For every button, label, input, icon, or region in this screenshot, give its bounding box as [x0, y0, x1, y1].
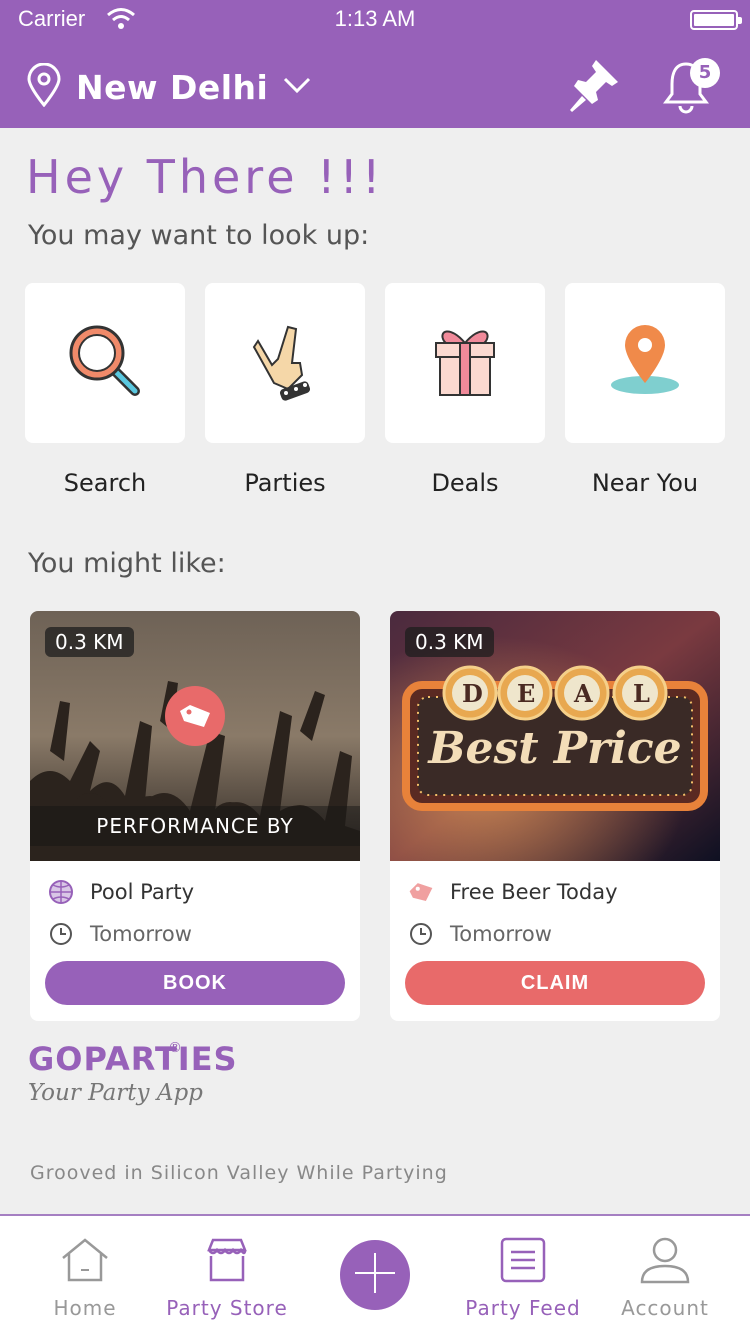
- sign-letter: L: [633, 679, 650, 708]
- deal-name: Free Beer Today: [450, 880, 618, 904]
- tab-label: Account: [621, 1296, 709, 1320]
- plus-icon: [353, 1251, 397, 1299]
- event-name-row: Pool Party: [48, 879, 194, 905]
- event-name: Pool Party: [90, 880, 195, 904]
- bell-icon: [660, 62, 716, 120]
- quick-link-tile[interactable]: [385, 283, 545, 443]
- quick-link-label: Deals: [431, 469, 499, 497]
- notification-badge: 5: [690, 58, 720, 88]
- brand-name: GOPARTIES: [28, 1040, 238, 1078]
- city-name: New Delhi: [76, 67, 269, 107]
- event-time-row: Tomorrow: [48, 921, 192, 947]
- quick-link-near-you[interactable]: Near You: [565, 283, 725, 497]
- quick-link-tile[interactable]: [565, 283, 725, 443]
- tab-label: Home: [53, 1296, 117, 1320]
- greeting-subtitle: You may want to look up:: [28, 220, 370, 251]
- status-bar: Carrier 1:13 AM: [0, 0, 750, 40]
- location-pin-icon: [26, 62, 62, 111]
- event-time: Tomorrow: [90, 922, 192, 946]
- gift-icon: [430, 323, 500, 403]
- quick-link-search[interactable]: Search: [25, 283, 185, 497]
- rock-hand-icon: [250, 319, 320, 407]
- quick-link-label: Parties: [244, 469, 326, 497]
- tab-party-store[interactable]: Party Store: [152, 1216, 302, 1334]
- best-price-sign-image: D E A L Best Price 0.3 KM: [390, 611, 720, 861]
- book-button[interactable]: BOOK: [45, 961, 345, 1005]
- tab-account[interactable]: Account: [590, 1216, 740, 1334]
- disco-ball-icon: [48, 879, 74, 905]
- footer-text: Grooved in Silicon Valley While Partying: [30, 1162, 448, 1184]
- performance-overlay: PERFORMANCE BY: [30, 806, 360, 846]
- quick-link-label: Search: [63, 469, 147, 497]
- distance-badge: 0.3 KM: [45, 627, 134, 657]
- user-icon: [639, 1236, 691, 1288]
- tab-party-feed[interactable]: Party Feed: [448, 1216, 598, 1334]
- tab-label: Party Store: [166, 1296, 288, 1320]
- store-icon: [203, 1236, 251, 1288]
- deal-tag-icon: [165, 686, 225, 746]
- sign-letter: A: [574, 679, 593, 708]
- recommend-title: You might like:: [28, 548, 226, 579]
- magnifier-icon: [65, 321, 145, 405]
- feed-icon: [499, 1236, 547, 1288]
- app-header: Carrier 1:13 AM New Delhi 5: [0, 0, 750, 128]
- city-selector[interactable]: New Delhi: [26, 62, 312, 112]
- clock-icon: [48, 921, 74, 947]
- add-button[interactable]: [340, 1240, 410, 1310]
- quick-links: Search Parties Deals Near You: [0, 283, 750, 513]
- deal-time: Tomorrow: [450, 922, 552, 946]
- battery-icon: [690, 10, 742, 30]
- deal-card[interactable]: D E A L Best Price 0.3 KM Free Beer Toda…: [390, 611, 720, 1021]
- event-card[interactable]: 0.3 KM PERFORMANCE BY Pool Party Tomorro…: [30, 611, 360, 1021]
- registered-mark: ®: [168, 1040, 182, 1056]
- sign-text: Best Price: [428, 723, 682, 774]
- deal-name-row: Free Beer Today: [408, 879, 618, 905]
- tab-label: Party Feed: [465, 1296, 581, 1320]
- quick-link-parties[interactable]: Parties: [205, 283, 365, 497]
- clock-icon: [408, 921, 434, 947]
- pin-button[interactable]: [566, 56, 622, 116]
- brand-tagline: Your Party App: [28, 1080, 203, 1106]
- price-tag-icon: [408, 879, 434, 905]
- pushpin-icon: [566, 60, 622, 120]
- party-crowd-image: 0.3 KM PERFORMANCE BY: [30, 611, 360, 861]
- chevron-down-icon: [282, 76, 312, 98]
- status-time: 1:13 AM: [334, 6, 416, 31]
- map-pin-icon: [607, 323, 683, 403]
- sign-letter: D: [462, 679, 483, 708]
- home-icon: [59, 1236, 111, 1288]
- deal-time-row: Tomorrow: [408, 921, 552, 947]
- tab-bar: Home Party Store Party Feed Account: [0, 1214, 750, 1334]
- notifications-button[interactable]: 5: [660, 56, 724, 116]
- distance-badge: 0.3 KM: [405, 627, 494, 657]
- quick-link-deals[interactable]: Deals: [385, 283, 545, 497]
- brand-block: GOPARTIES ® Your Party App: [28, 1040, 238, 1106]
- sign-letter: E: [517, 679, 536, 708]
- greeting-title: Hey There !!!: [26, 150, 385, 204]
- tab-home[interactable]: Home: [10, 1216, 160, 1334]
- claim-button[interactable]: CLAIM: [405, 961, 705, 1005]
- quick-link-tile[interactable]: [205, 283, 365, 443]
- quick-link-label: Near You: [591, 469, 699, 497]
- quick-link-tile[interactable]: [25, 283, 185, 443]
